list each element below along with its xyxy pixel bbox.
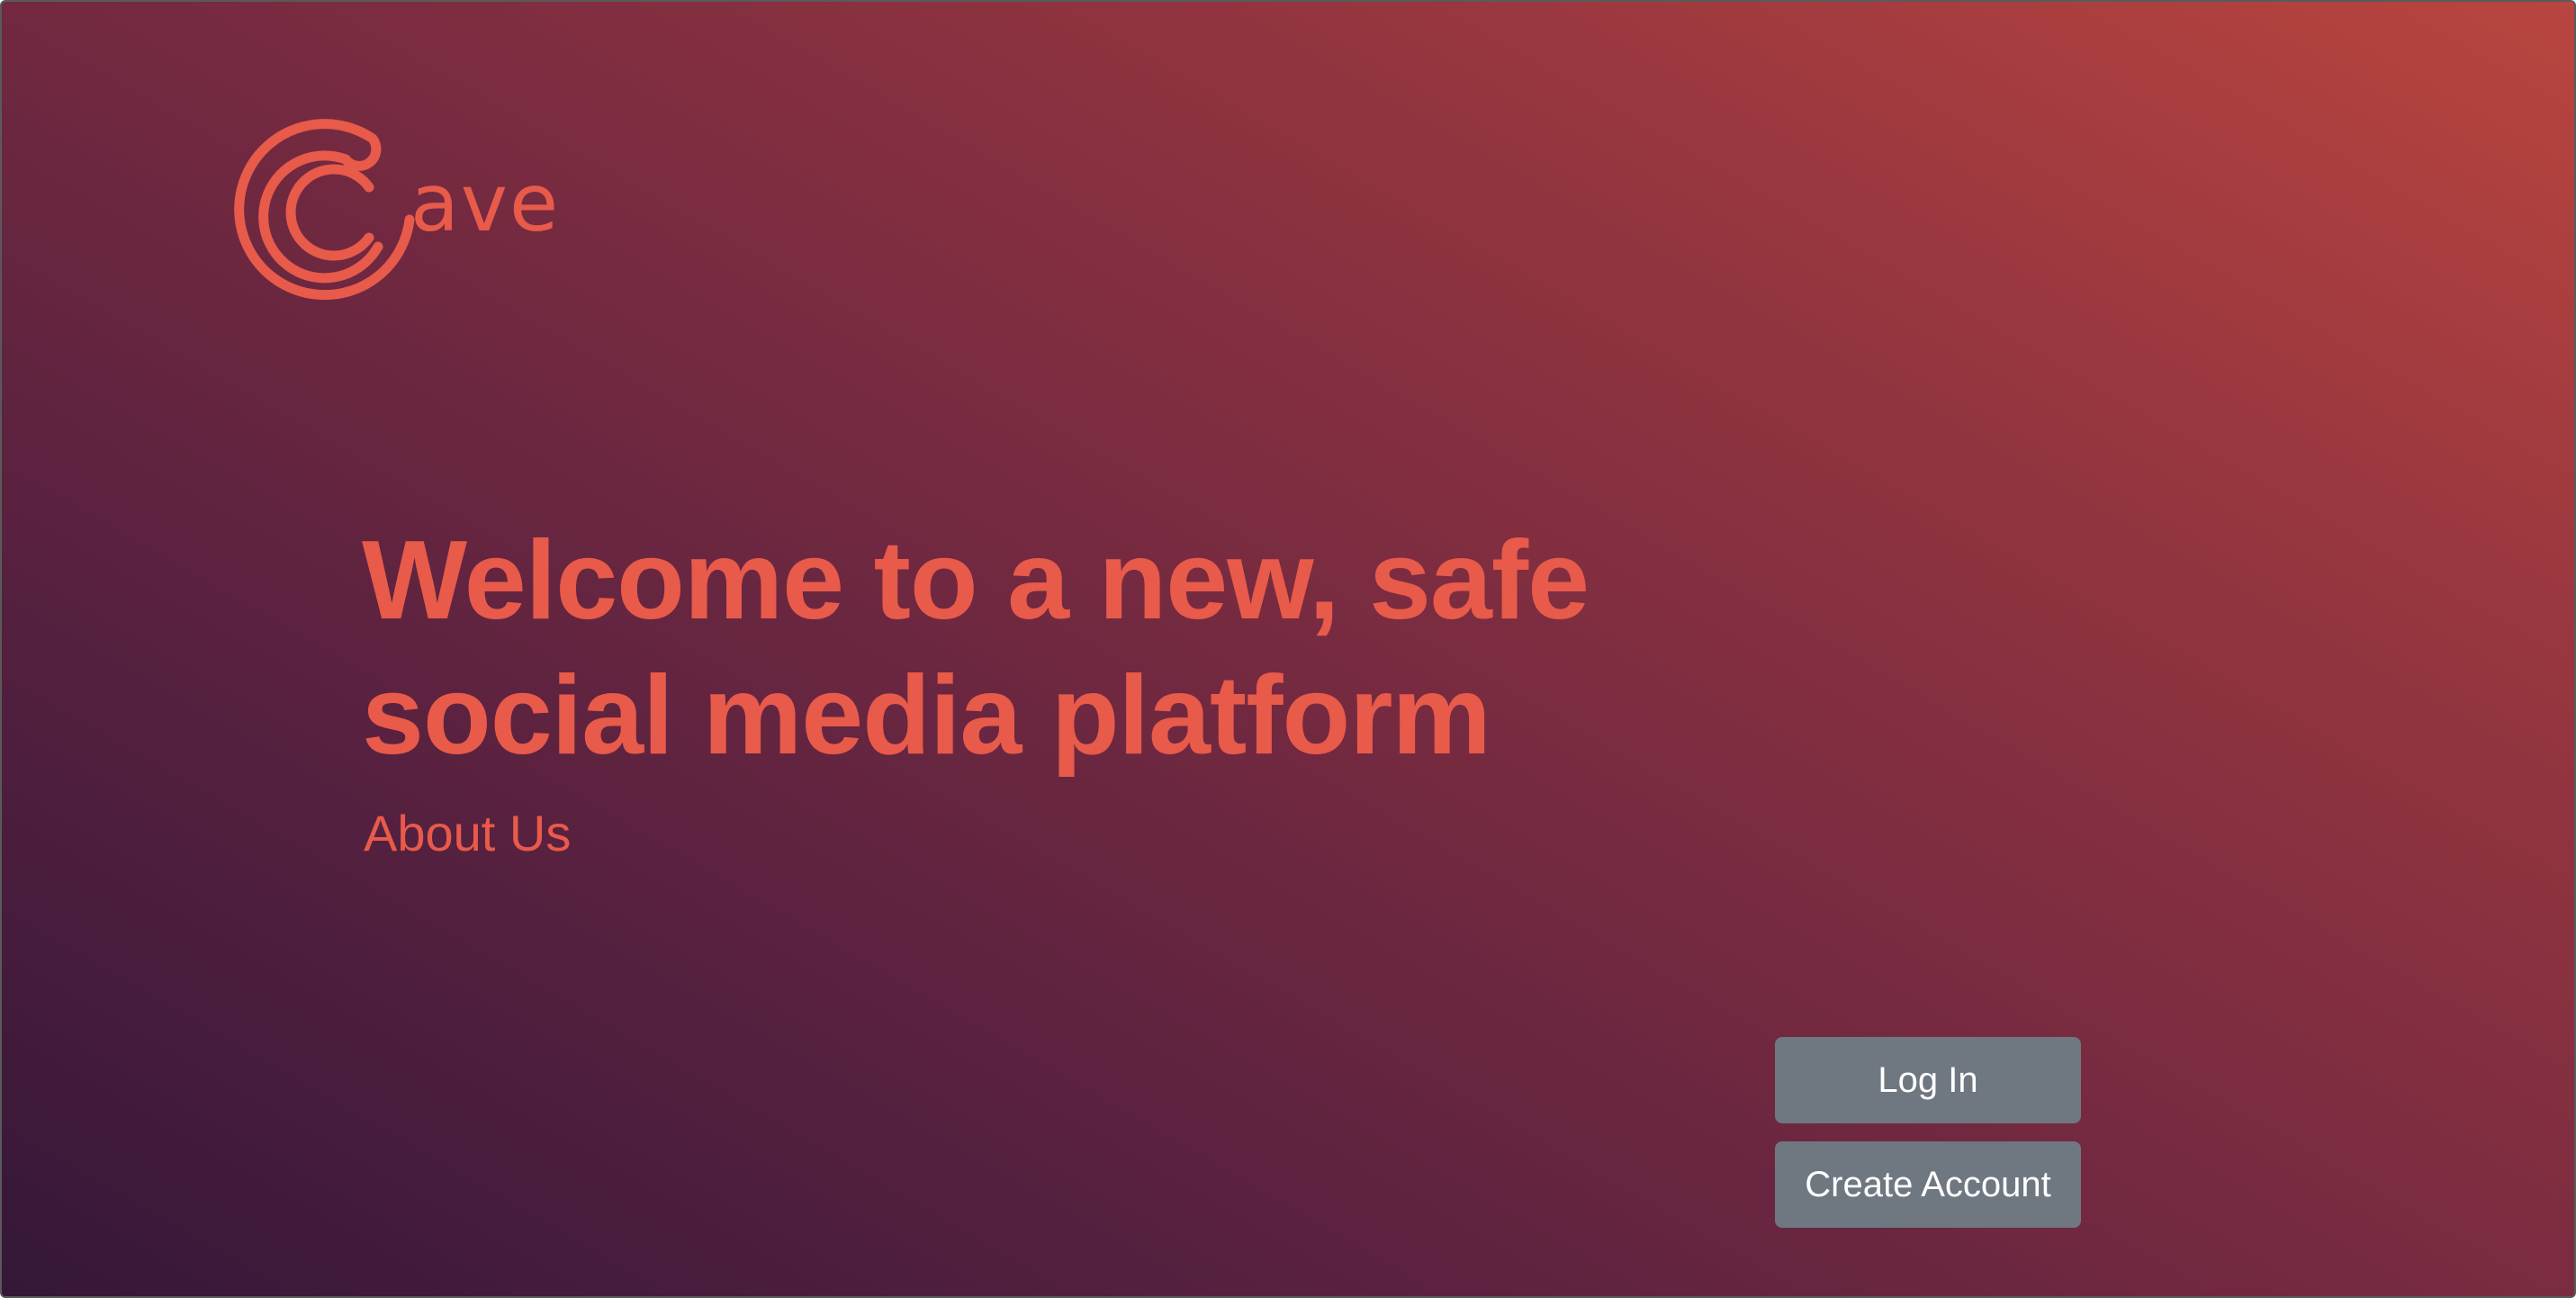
brand-logo[interactable]: ave [234,113,558,311]
concentric-c-logo-icon [234,119,415,301]
create-account-button[interactable]: Create Account [1775,1141,2081,1228]
hero-headline: Welcome to a new, safe social media plat… [362,518,1590,778]
about-us-link[interactable]: About Us [364,808,571,859]
log-in-button[interactable]: Log In [1775,1037,2081,1123]
brand-wordmark: ave [410,157,561,249]
landing-page: ave Welcome to a new, safe social media … [0,0,2576,1298]
